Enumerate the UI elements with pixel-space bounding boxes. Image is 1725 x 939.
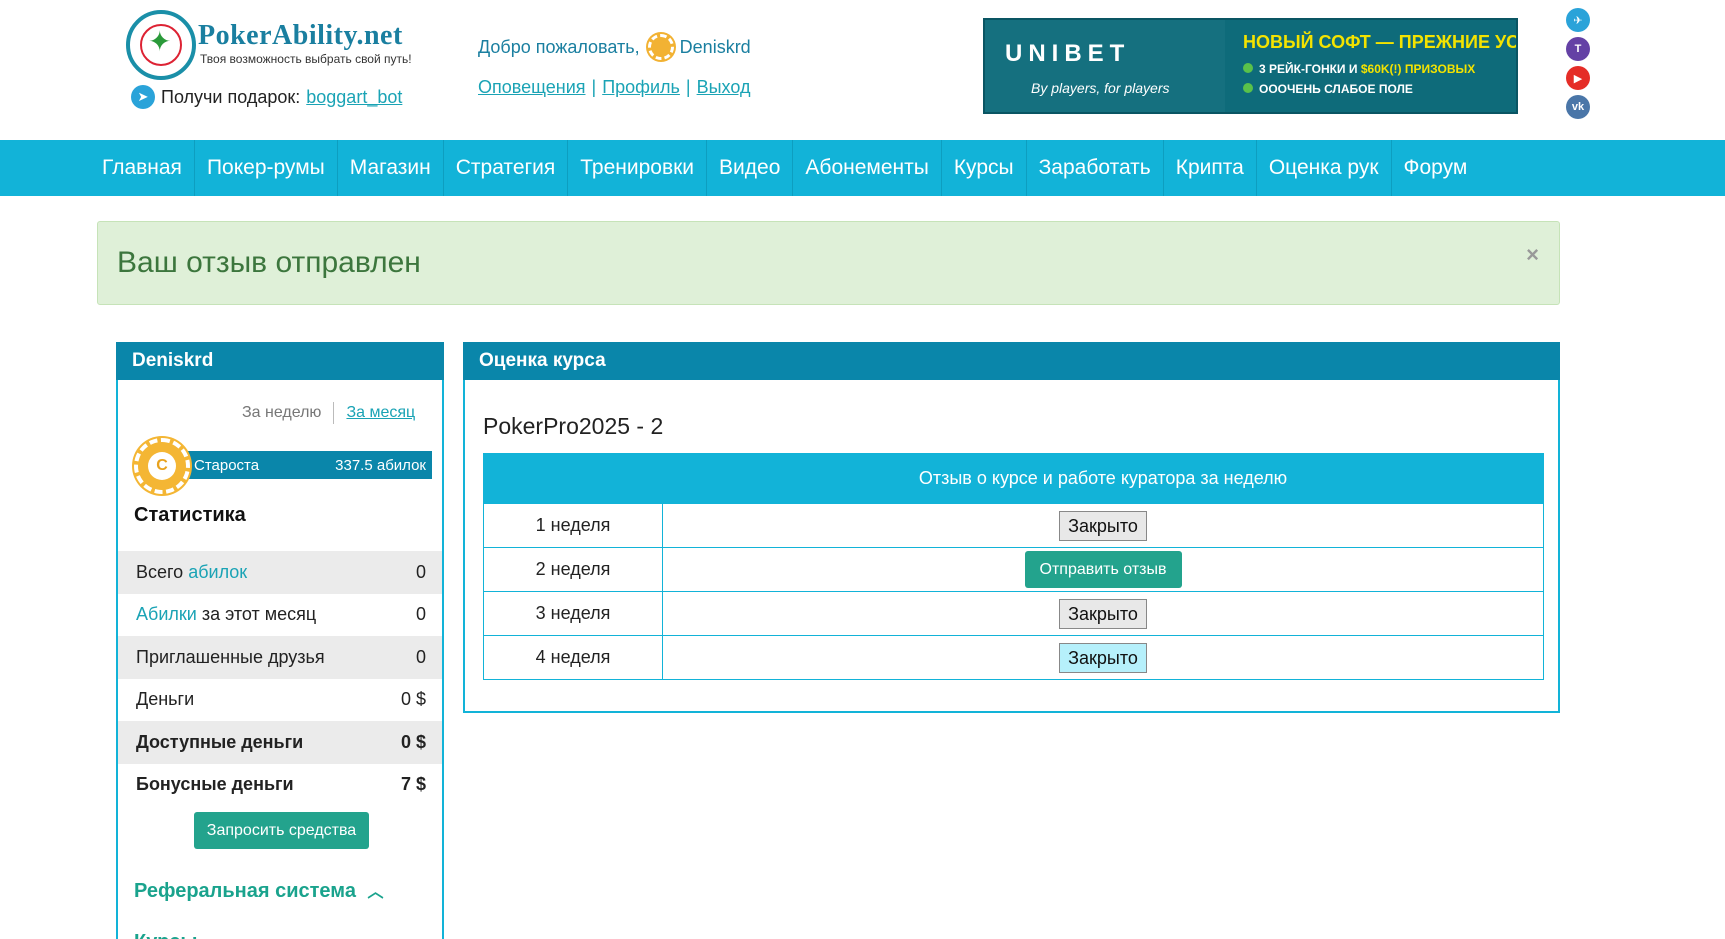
week-label: 3 неделя: [483, 591, 663, 636]
social-links: ✈ T ▶ vk: [1566, 8, 1592, 124]
vk-icon[interactable]: vk: [1566, 95, 1590, 119]
banner-headline: НОВЫЙ СОФТ — ПРЕЖНИЕ УСЛОВИЯ:: [1243, 32, 1518, 52]
site-logo[interactable]: ✦ PokerAbility.net Твоя возможность выбр…: [126, 10, 426, 80]
stat-value: 7 $: [400, 774, 426, 795]
banner-brand: UNIBET: [1005, 40, 1131, 67]
logo-subtitle: Твоя возможность выбрать свой путь!: [200, 52, 412, 66]
nav-item-shop[interactable]: Магазин: [338, 140, 444, 196]
close-icon[interactable]: ×: [1526, 242, 1539, 268]
referral-toggle[interactable]: Реферальная система ︿: [134, 878, 384, 903]
nav-item-strategy[interactable]: Стратегия: [444, 140, 569, 196]
stats-title: Статистика: [134, 504, 246, 526]
nav-item-courses[interactable]: Курсы: [942, 140, 1027, 196]
chevron-up-icon: ︿: [367, 884, 384, 901]
gift-promo: ➤ Получи подарок: boggart_bot: [131, 84, 402, 110]
nav-item-trainings[interactable]: Тренировки: [568, 140, 708, 196]
week-label: 2 неделя: [483, 547, 663, 592]
period-week[interactable]: За неделю: [242, 404, 321, 422]
stat-value: 0 $: [400, 689, 426, 710]
abilki-link[interactable]: абилок: [188, 562, 247, 582]
panel-title: Оценка курса: [463, 342, 1560, 380]
banner-line-1: 3 РЕЙК-ГОНКИ И $60K(!) ПРИЗОВЫХ: [1243, 62, 1475, 76]
success-alert: Ваш отзыв отправлен ×: [97, 221, 1560, 305]
stat-value: 0 $: [400, 731, 426, 752]
chip-icon: C: [134, 438, 190, 494]
nav-item-crypto[interactable]: Крипта: [1164, 140, 1257, 196]
logo-emblem-icon: ✦: [126, 10, 196, 80]
user-sidebar: Deniskrd За неделю За месяц Староста 337…: [116, 342, 444, 939]
weeks-table: Отзыв о курсе и работе куратора за недел…: [483, 453, 1544, 680]
banner-line-2: ОООЧЕНЬ СЛАБОЕ ПОЛЕ: [1243, 82, 1413, 96]
user-links: Оповещения | Профиль | Выход: [478, 77, 751, 97]
logout-link[interactable]: Выход: [697, 77, 751, 97]
stat-row-friends: Приглашенные друзья 0: [118, 636, 442, 679]
youtube-icon[interactable]: ▶: [1566, 66, 1590, 90]
course-rating-panel: Оценка курса PokerPro2025 - 2 Отзыв о ку…: [463, 342, 1560, 713]
nav-item-video[interactable]: Видео: [707, 140, 794, 196]
rank-bar: Староста 337.5 абилок C: [134, 438, 432, 494]
rank-label: Староста: [194, 456, 260, 474]
logo-title: PokerAbility.net: [198, 20, 403, 51]
table-row: 3 неделя Закрыто: [483, 591, 1544, 636]
unibet-banner[interactable]: UNIBET By players, for players НОВЫЙ СОФ…: [983, 18, 1518, 114]
stat-value: 0: [415, 646, 426, 667]
table-row: 4 неделя Закрыто: [483, 635, 1544, 680]
closed-button[interactable]: Закрыто: [1059, 598, 1147, 629]
alert-message: Ваш отзыв отправлен: [117, 246, 421, 279]
notifications-link[interactable]: Оповещения: [478, 77, 586, 97]
rank-value: 337.5 абилок: [335, 456, 426, 474]
table-header-review: Отзыв о курсе и работе куратора за недел…: [662, 453, 1544, 504]
stat-row-available-money: Доступные деньги 0 $: [118, 721, 442, 764]
telegram-icon[interactable]: ✈: [1566, 8, 1590, 32]
stat-value: 0: [415, 604, 426, 625]
chip-icon: [647, 34, 674, 60]
closed-button-active[interactable]: Закрыто: [1059, 642, 1147, 673]
stat-row-bonus-money: Бонусные деньги 7 $: [136, 774, 426, 795]
welcome-message: Добро пожаловать, Deniskrd: [478, 34, 751, 60]
stats-list: Всего абилок 0 Абилки за этот месяц 0 Пр…: [118, 551, 442, 806]
week-label: 1 неделя: [483, 503, 663, 548]
period-switch: За неделю За месяц: [242, 402, 415, 424]
welcome-username[interactable]: Deniskrd: [680, 37, 751, 58]
banner-tagline: By players, for players: [1031, 80, 1170, 96]
table-row: 2 неделя Отправить отзыв: [483, 547, 1544, 592]
nav-item-hand-review[interactable]: Оценка рук: [1257, 140, 1392, 196]
gift-label: Получи подарок:: [161, 86, 301, 107]
abilki-link[interactable]: Абилки: [136, 604, 197, 624]
welcome-text: Добро пожаловать,: [478, 36, 640, 57]
send-review-button[interactable]: Отправить отзыв: [1024, 551, 1182, 588]
stat-value: 0: [415, 561, 426, 582]
stat-row-month: Абилки за этот месяц 0: [136, 604, 426, 625]
nav-item-forum[interactable]: Форум: [1392, 140, 1480, 196]
table-header-empty: [483, 453, 663, 504]
request-funds-button[interactable]: Запросить средства: [194, 812, 369, 849]
closed-button[interactable]: Закрыто: [1059, 510, 1147, 541]
main-nav: Главная Покер-румы Магазин Стратегия Тре…: [0, 140, 1725, 196]
nav-item-subscriptions[interactable]: Абонементы: [793, 140, 942, 196]
nav-item-poker-rooms[interactable]: Покер-румы: [195, 140, 338, 196]
nav-item-home[interactable]: Главная: [90, 140, 195, 196]
courses-section-title[interactable]: Курсы: [134, 932, 198, 939]
period-month-link[interactable]: За месяц: [346, 404, 415, 422]
table-row: 1 неделя Закрыто: [483, 503, 1544, 548]
week-label: 4 неделя: [483, 635, 663, 680]
twitch-icon[interactable]: T: [1566, 37, 1590, 61]
profile-link[interactable]: Профиль: [602, 77, 680, 97]
sidebar-title: Deniskrd: [116, 342, 444, 380]
stat-row-total: Всего абилок 0: [118, 551, 442, 594]
telegram-icon: ➤: [131, 85, 155, 109]
gift-bot-link[interactable]: boggart_bot: [306, 87, 402, 108]
stat-row-money: Деньги 0 $: [136, 689, 426, 710]
course-name: PokerPro2025 - 2: [483, 413, 664, 439]
nav-item-earn[interactable]: Заработать: [1027, 140, 1164, 196]
site-header: ✦ PokerAbility.net Твоя возможность выбр…: [0, 0, 1725, 140]
